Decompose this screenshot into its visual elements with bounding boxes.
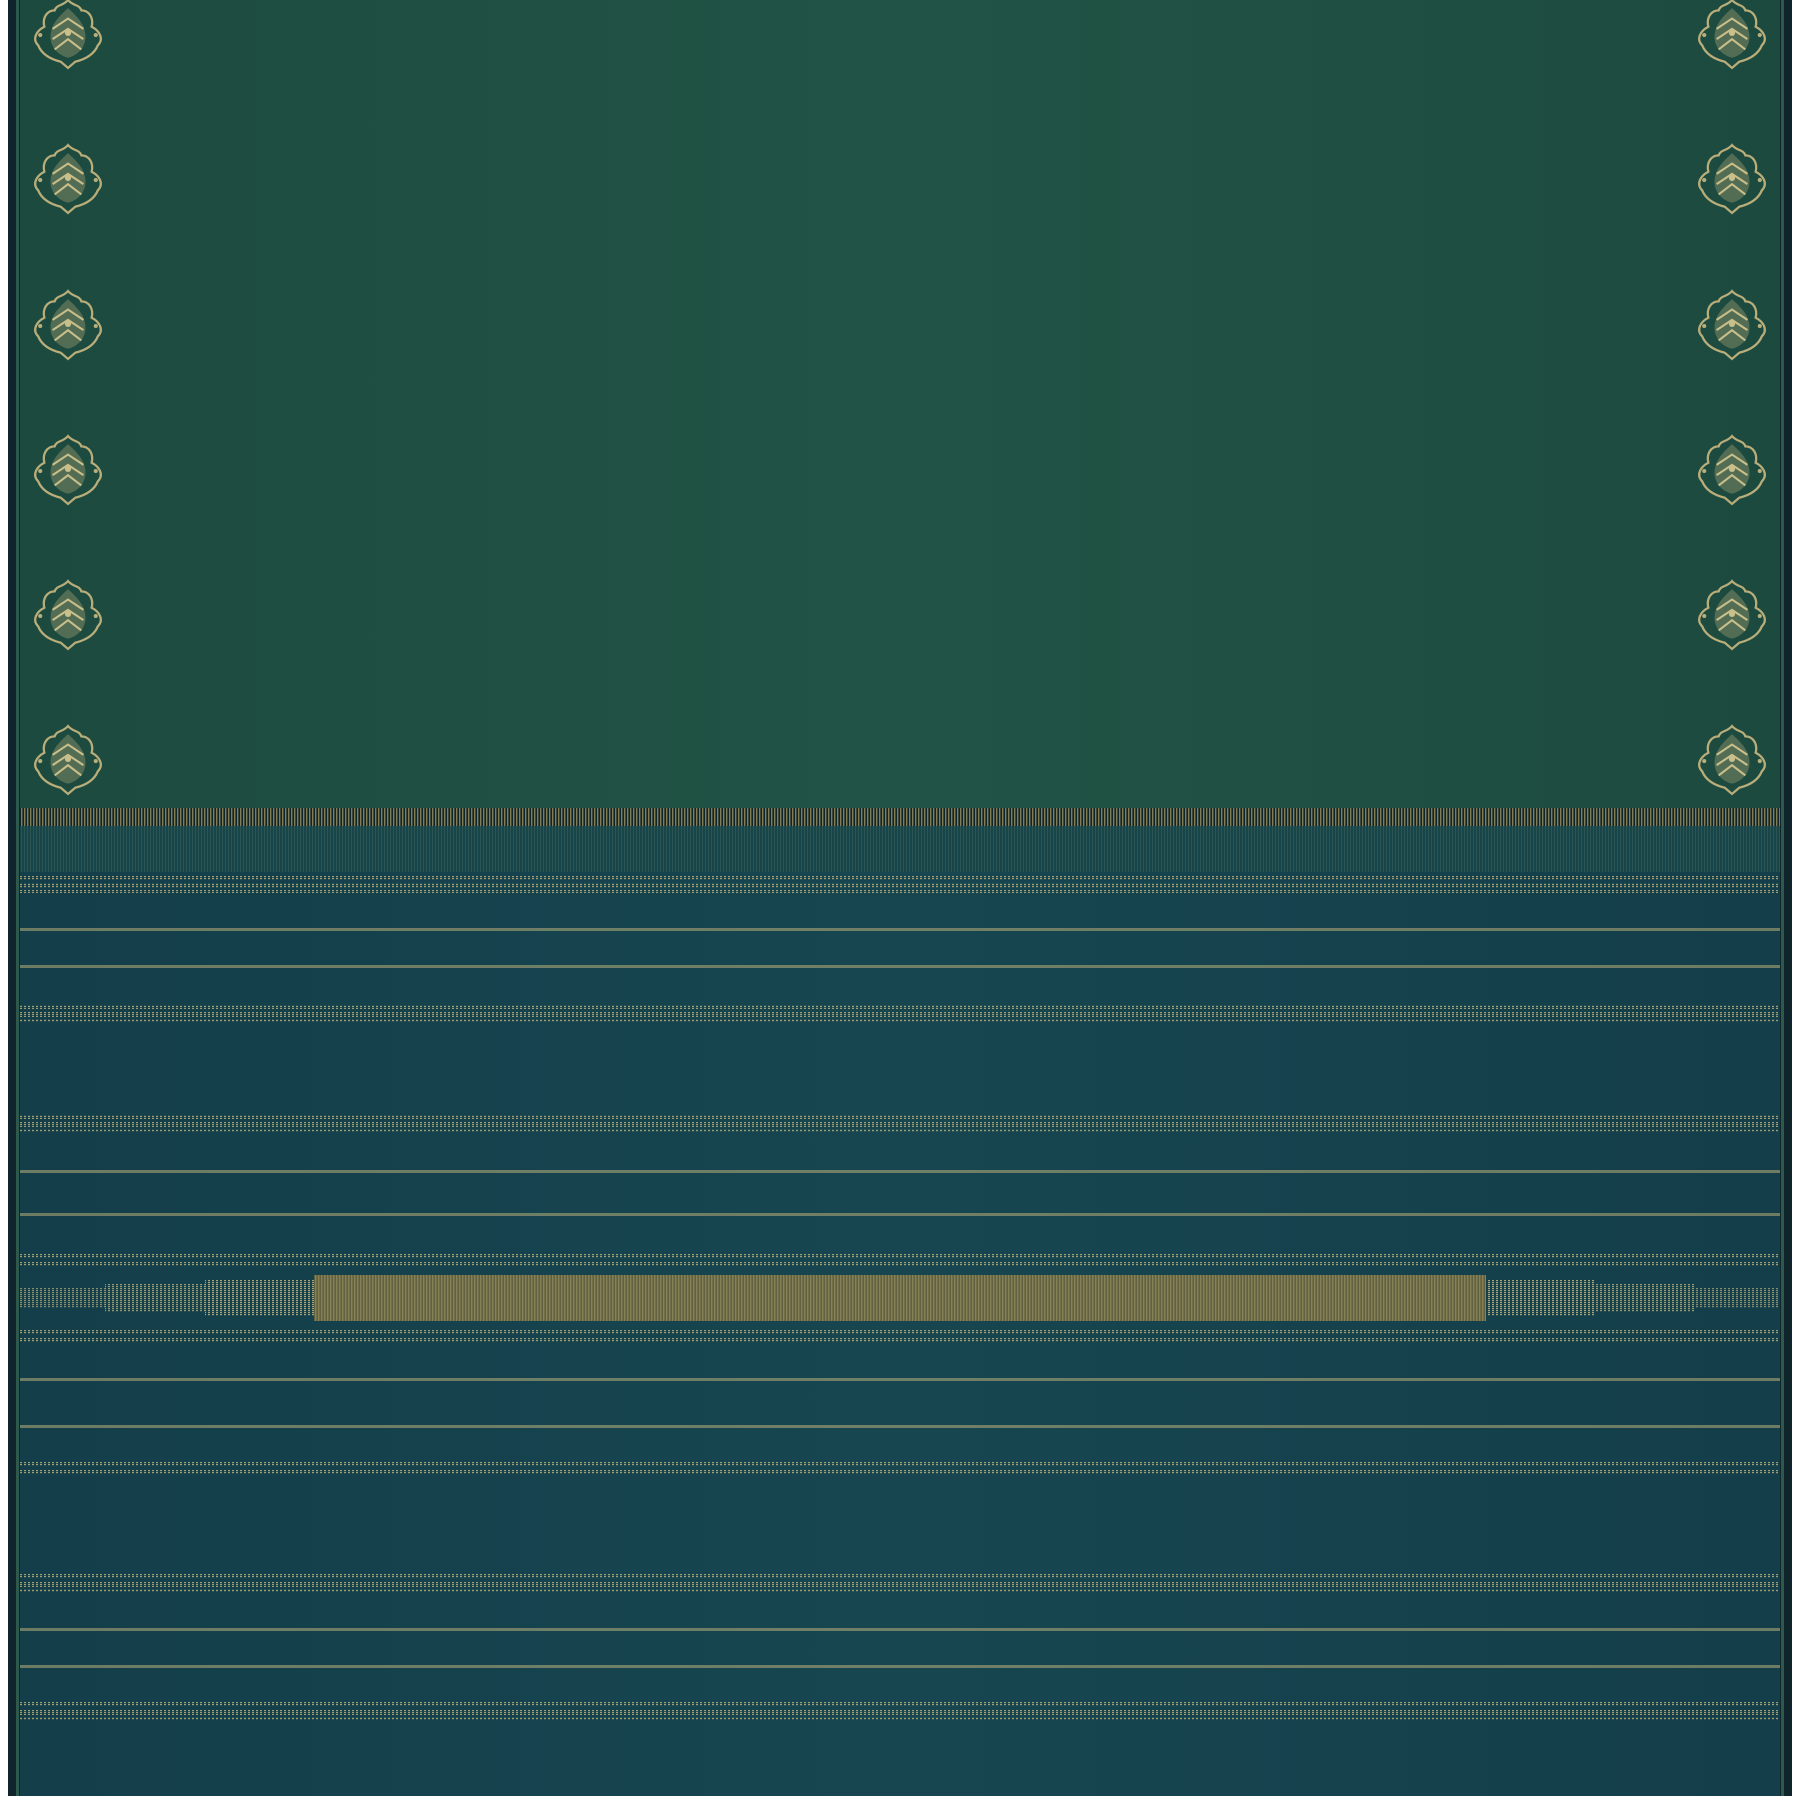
zari-stripe — [20, 1338, 1780, 1342]
zari-stripe — [20, 1213, 1780, 1216]
zari-stripe — [20, 1254, 1780, 1258]
zari-stripe — [20, 1665, 1780, 1668]
zari-stripe — [20, 1710, 1780, 1715]
transition-band-texture — [20, 826, 1780, 872]
saree-body-panel — [20, 0, 1780, 808]
zari-stripe — [20, 1012, 1780, 1017]
central-bar-step-right-2 — [1595, 1284, 1695, 1312]
zari-stripe — [20, 1115, 1780, 1119]
zari-stripe — [20, 1589, 1780, 1592]
zari-stripe — [20, 1330, 1780, 1334]
central-bar-step-right-1 — [1486, 1280, 1595, 1316]
central-bar-core-texture — [314, 1275, 1486, 1321]
saree-fabric-swatch — [0, 0, 1800, 1800]
zari-stripe — [20, 1019, 1780, 1022]
zari-stripe — [20, 876, 1780, 880]
zari-stripe — [20, 1129, 1780, 1132]
right-selvedge — [1781, 0, 1784, 1796]
zari-stripe — [20, 883, 1780, 888]
central-bar-step-left-3 — [20, 1288, 105, 1308]
left-selvedge — [16, 0, 19, 1796]
zari-stripe — [20, 1574, 1780, 1578]
zari-stripe — [20, 1582, 1780, 1587]
zari-stripe — [20, 965, 1780, 968]
central-bar-step-left-1 — [205, 1280, 314, 1316]
zari-stripe — [20, 890, 1780, 893]
zari-stripe — [20, 1005, 1780, 1009]
central-bar-step-left-2 — [105, 1284, 205, 1312]
zari-stripe — [20, 1462, 1780, 1466]
zari-stripe — [20, 1717, 1780, 1720]
zari-stripe — [20, 1378, 1780, 1381]
zari-stripe — [20, 1702, 1780, 1706]
zari-stripe — [20, 1262, 1780, 1266]
zari-stripe — [20, 1122, 1780, 1127]
zari-stripe — [20, 1628, 1780, 1631]
zari-stripe — [20, 1425, 1780, 1428]
zari-stripe — [20, 1470, 1780, 1474]
zari-stripe — [20, 928, 1780, 931]
central-bar-step-right-3 — [1695, 1288, 1780, 1308]
zari-divider-band — [20, 808, 1780, 826]
zari-stripe — [20, 1170, 1780, 1173]
